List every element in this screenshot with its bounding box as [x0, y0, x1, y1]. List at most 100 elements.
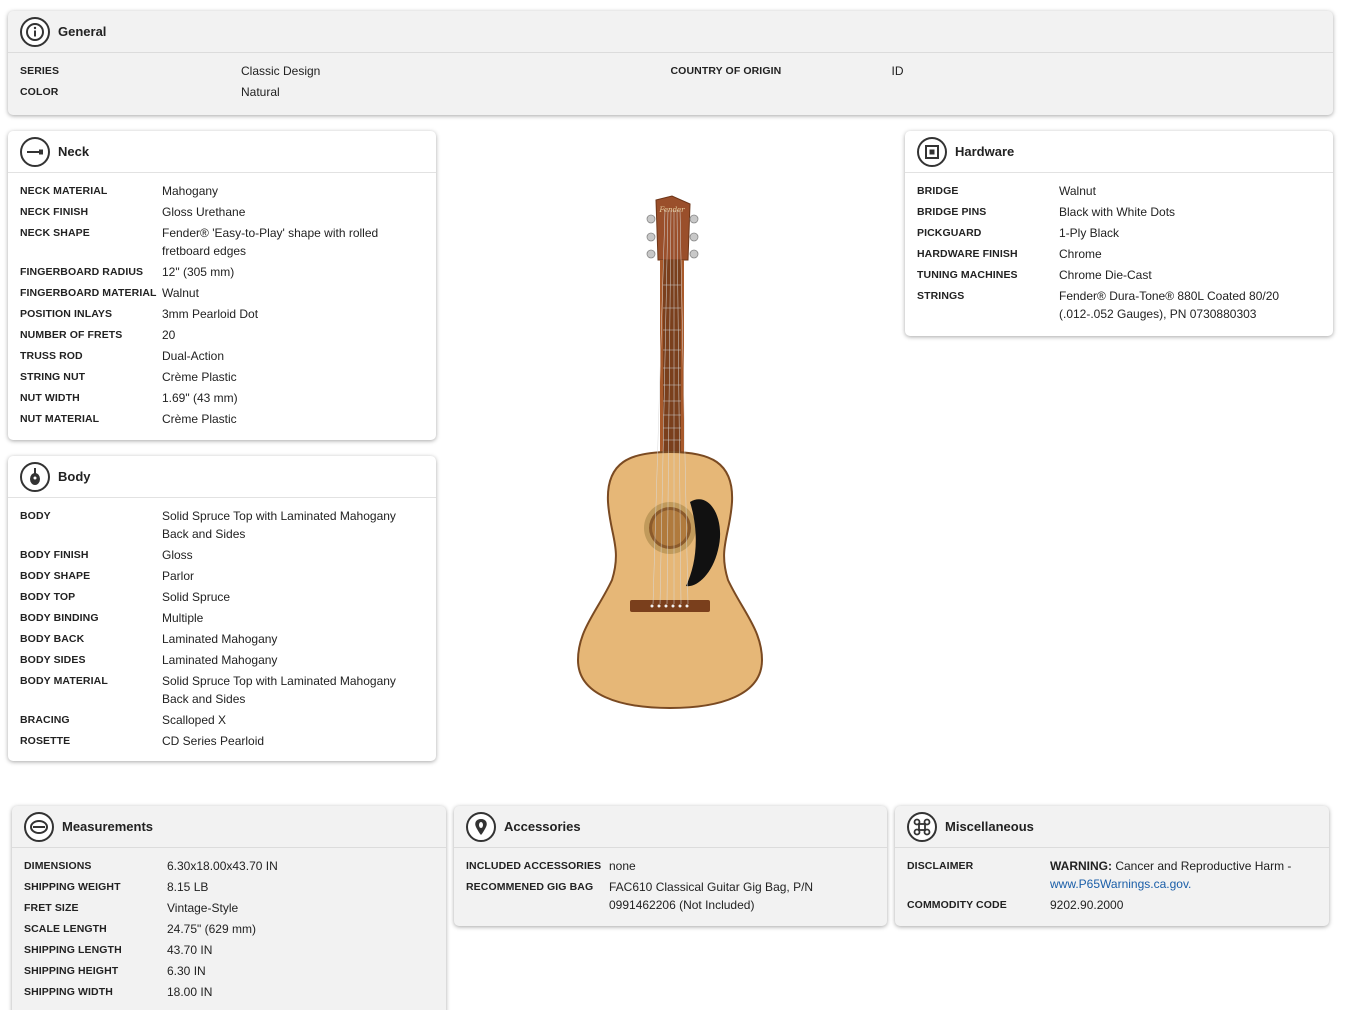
spec-value: 12" (305 mm)	[162, 265, 235, 279]
spec-value: 20	[162, 328, 176, 342]
spec-value: Fender® 'Easy-to-Play' shape with rolled…	[162, 226, 379, 258]
spec-row: BODY FINISH Gloss	[20, 546, 424, 564]
spec-label: INCLUDED ACCESSORIES	[466, 860, 602, 872]
spec-row: SHIPPING WIDTH 18.00 IN	[24, 983, 434, 1001]
spec-row: TUNING MACHINES Chrome Die-Cast	[917, 266, 1321, 284]
body-rows: BODY Solid Spruce Top with Laminated Maho…	[8, 498, 436, 750]
spec-row: SHIPPING WEIGHT 8.15 LB	[24, 878, 434, 896]
misc-card: Miscellaneous DISCLAIMER WARNING: Cancer…	[895, 806, 1329, 926]
spec-label: COUNTRY OF ORIGIN	[670, 65, 782, 77]
spec-label: FINGERBOARD MATERIAL	[20, 287, 157, 299]
measurements-title: Measurements	[62, 819, 154, 834]
spec-row: TRUSS ROD Dual-Action	[20, 347, 424, 365]
spec-label: SHIPPING WIDTH	[24, 986, 113, 998]
spec-label: ROSETTE	[20, 735, 71, 747]
spec-label: FRET SIZE	[24, 902, 79, 914]
spec-row: POSITION INLAYS 3mm Pearloid Dot	[20, 305, 424, 323]
general-right-column: COUNTRY OF ORIGIN ID	[671, 62, 1322, 104]
spec-label: NUT WIDTH	[20, 392, 80, 404]
spec-value: Parlor	[162, 569, 195, 583]
spec-label: PICKGUARD	[917, 227, 982, 239]
spec-label: NECK SHAPE	[20, 227, 90, 239]
spec-row: NUT WIDTH 1.69" (43 mm)	[20, 389, 424, 407]
neck-card: Neck NECK MATERIAL Mahogany NECK FINISH Glo…	[8, 131, 436, 440]
spec-label: TUNING MACHINES	[917, 269, 1018, 281]
spec-label: HARDWARE FINISH	[917, 248, 1018, 260]
guitar-image: Fender	[576, 195, 764, 710]
spec-label: POSITION INLAYS	[20, 308, 113, 320]
spec-value: 6.30x18.00x43.70 IN	[167, 859, 278, 873]
spec-row: NUMBER OF FRETS 20	[20, 326, 424, 344]
general-card: General SERIES Classic Design COLOR Natura…	[8, 11, 1333, 115]
guitar-body-icon	[20, 461, 50, 492]
neck-icon	[20, 136, 50, 167]
hardware-header: Hardware	[905, 131, 1333, 173]
info-icon	[20, 16, 50, 47]
spec-row: DIMENSIONS 6.30x18.00x43.70 IN	[24, 857, 434, 875]
spec-value: Solid Spruce Top with Laminated Mahogany…	[162, 674, 396, 706]
spec-value: 8.15 LB	[167, 880, 209, 894]
spec-row: INCLUDED ACCESSORIES none	[466, 857, 875, 875]
spec-row: DISCLAIMER WARNING: Cancer and Reproduct…	[907, 857, 1317, 893]
hardware-card: Hardware BRIDGE Walnut BRIDGE PINS Black wi…	[905, 131, 1333, 336]
p65-warnings-link[interactable]: www.P65Warnings.ca.gov.	[1050, 877, 1191, 891]
spec-value: Scalloped X	[162, 713, 227, 727]
spec-row: NECK SHAPE Fender® 'Easy-to-Play' shape w…	[20, 224, 424, 260]
command-icon	[907, 811, 937, 842]
measurements-rows: DIMENSIONS 6.30x18.00x43.70 IN SHIPPING WE…	[12, 848, 446, 1001]
spec-row: COUNTRY OF ORIGIN ID	[671, 62, 1322, 80]
spec-label: BODY BINDING	[20, 612, 99, 624]
spec-value: Walnut	[1059, 184, 1096, 198]
accessories-title: Accessories	[504, 819, 581, 834]
spec-label: NECK FINISH	[20, 206, 89, 218]
accessories-rows: INCLUDED ACCESSORIES none RECOMMENED GIG B…	[454, 848, 887, 914]
pick-icon	[466, 811, 496, 842]
spec-row: FINGERBOARD MATERIAL Walnut	[20, 284, 424, 302]
spec-label: SERIES	[20, 65, 60, 77]
spec-row: SCALE LENGTH 24.75" (629 mm)	[24, 920, 434, 938]
spec-value: Fender® Dura-Tone® 880L Coated 80/20 (.0…	[1059, 289, 1280, 321]
spec-row: FRET SIZE Vintage-Style	[24, 899, 434, 917]
spec-label: BODY TOP	[20, 591, 76, 603]
spec-value: 43.70 IN	[167, 943, 213, 957]
spec-label: BODY SIDES	[20, 654, 86, 666]
spec-row: BODY Solid Spruce Top with Laminated Maho…	[20, 507, 424, 543]
spec-row: BODY SHAPE Parlor	[20, 567, 424, 585]
general-left-column: SERIES Classic Design COLOR Natural	[20, 62, 671, 104]
spec-value: 1-Ply Black	[1059, 226, 1120, 240]
spec-value: Mahogany	[162, 184, 219, 198]
spec-row: SHIPPING HEIGHT 6.30 IN	[24, 962, 434, 980]
spec-value: Dual-Action	[162, 349, 225, 363]
spec-row: BODY BACK Laminated Mahogany	[20, 630, 424, 648]
spec-value: Gloss	[162, 548, 193, 562]
spec-label: BRACING	[20, 714, 70, 726]
spec-row: BODY MATERIAL Solid Spruce Top with Lamin…	[20, 672, 424, 708]
spec-row: STRINGS Fender® Dura-Tone® 880L Coated 80…	[917, 287, 1321, 323]
accessories-header: Accessories	[454, 806, 887, 848]
hardware-rows: BRIDGE Walnut BRIDGE PINS Black with White …	[905, 173, 1333, 323]
spec-label: COMMODITY CODE	[907, 899, 1007, 911]
spec-label: BRIDGE PINS	[917, 206, 987, 218]
spec-label: SHIPPING HEIGHT	[24, 965, 119, 977]
spec-label: COLOR	[20, 86, 59, 98]
spec-value: none	[609, 859, 636, 873]
spec-value: Black with White Dots	[1059, 205, 1176, 219]
spec-label: SCALE LENGTH	[24, 923, 107, 935]
spec-value: Gloss Urethane	[162, 205, 246, 219]
body-title: Body	[58, 469, 91, 484]
neck-title: Neck	[58, 144, 90, 159]
spec-value: Multiple	[162, 611, 204, 625]
measurements-header: Measurements	[12, 806, 446, 848]
body-header: Body	[8, 456, 436, 498]
spec-row: ROSETTE CD Series Pearloid	[20, 732, 424, 750]
general-header: General	[8, 11, 1333, 53]
spec-label: SHIPPING WEIGHT	[24, 881, 121, 893]
spec-value: Chrome Die-Cast	[1059, 268, 1152, 282]
spec-label: STRING NUT	[20, 371, 86, 383]
spec-row: STRING NUT Crème Plastic	[20, 368, 424, 386]
spec-value: Vintage-Style	[167, 901, 239, 915]
spec-label: BODY BACK	[20, 633, 85, 645]
disclaimer-value: WARNING: Cancer and Reproductive Harm - w…	[1050, 857, 1310, 893]
spec-row: HARDWARE FINISH Chrome	[917, 245, 1321, 263]
warning-text: Cancer and Reproductive Harm -	[1112, 859, 1292, 873]
